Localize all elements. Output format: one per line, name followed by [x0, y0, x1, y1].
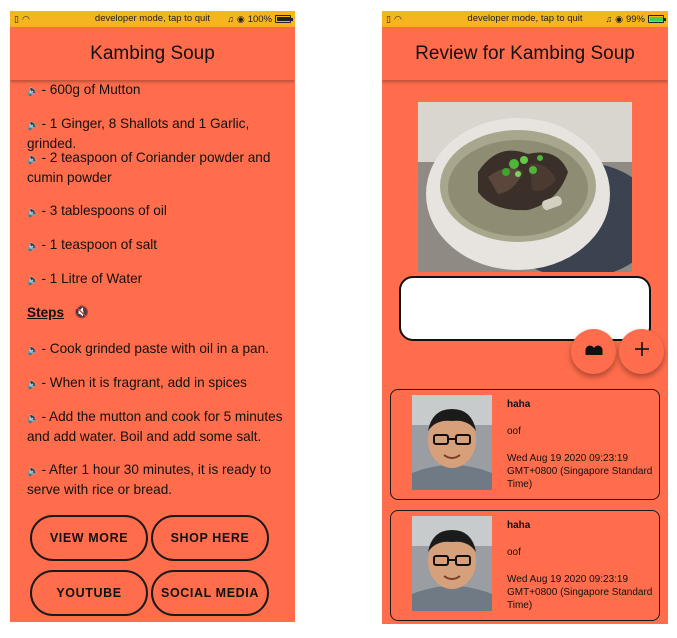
page-title: Review for Kambing Soup [382, 27, 668, 80]
speaker-muted-icon[interactable]: 🔇 [74, 305, 89, 319]
speaker-icon[interactable]: 🔈 [27, 207, 39, 218]
avatar [412, 395, 492, 490]
speaker-icon[interactable]: 🔈 [27, 413, 39, 424]
reviewer-name: haha [507, 520, 531, 531]
add-review-button[interactable] [619, 329, 664, 374]
ingredient-item[interactable]: 🔈 - 2 teaspoon of Coriander powder and cu… [27, 149, 285, 187]
notification-icon: ♫ [605, 14, 613, 24]
speaker-icon[interactable]: 🔈 [27, 379, 39, 390]
youtube-button[interactable]: YOUTUBE [30, 570, 148, 616]
speaker-icon[interactable]: 🔈 [27, 466, 39, 477]
shop-here-button[interactable]: SHOP HERE [151, 515, 269, 561]
step-item[interactable]: 🔈 - After 1 hour 30 minutes, it is ready … [27, 461, 285, 499]
plus-icon [634, 342, 649, 361]
review-screen: ▯ ◠ developer mode, tap to quit ♫ ◉ 99% … [382, 11, 668, 624]
kambing-soup-photo [418, 102, 632, 272]
status-bar: ▯ ◠ developer mode, tap to quit ♫ ◉ 99% [382, 11, 668, 27]
recipe-screen: ▯ ◠ developer mode, tap to quit ♫ ◉ 100%… [10, 11, 295, 622]
sync-icon: ◉ [236, 14, 245, 24]
battery-icon [275, 15, 293, 23]
battery-percent: 99% [625, 13, 645, 25]
quote-icon [585, 343, 603, 361]
ingredient-item[interactable]: 🔈 - 600g of Mutton [27, 81, 285, 101]
page-title: Kambing Soup [10, 27, 295, 80]
review-card: haha oof Wed Aug 19 2020 09:23:19 GMT+08… [390, 389, 660, 500]
food-photo-illustration [418, 102, 632, 272]
ingredient-item[interactable]: 🔈 - 1 teaspoon of salt [27, 236, 285, 256]
view-more-button[interactable]: VIEW MORE [30, 515, 148, 561]
social-media-button[interactable]: SOCIAL MEDIA [151, 570, 269, 616]
review-date: Wed Aug 19 2020 09:23:19 GMT+0800 (Singa… [507, 453, 653, 490]
speaker-icon[interactable]: 🔈 [27, 154, 39, 165]
speaker-icon[interactable]: 🔈 [27, 345, 39, 356]
review-date: Wed Aug 19 2020 09:23:19 GMT+0800 (Singa… [507, 574, 653, 611]
quote-button[interactable] [571, 329, 616, 374]
review-card: haha oof Wed Aug 19 2020 09:23:19 GMT+08… [390, 510, 660, 621]
battery-percent: 100% [247, 13, 272, 25]
speaker-icon[interactable]: 🔈 [27, 120, 39, 131]
reviewer-name: haha [507, 399, 531, 410]
step-item[interactable]: 🔈 - Add the mutton and cook for 5 minutes… [27, 408, 285, 446]
battery-charging-icon [648, 15, 666, 23]
ingredient-item[interactable]: 🔈 - 3 tablespoons of oil [27, 202, 285, 222]
notification-icon: ♫ [227, 14, 234, 24]
ingredient-item[interactable]: 🔈 - 1 Ginger, 8 Shallots and 1 Garlic, gr… [27, 115, 285, 153]
review-input[interactable] [399, 276, 651, 341]
status-bar: ▯ ◠ developer mode, tap to quit ♫ ◉ 100% [10, 11, 295, 27]
speaker-icon[interactable]: 🔈 [27, 86, 39, 97]
avatar [412, 516, 492, 611]
ingredient-item[interactable]: 🔈 - 1 Litre of Water [27, 270, 285, 290]
steps-heading: Steps [27, 305, 65, 320]
speaker-icon[interactable]: 🔈 [27, 275, 39, 286]
step-item[interactable]: 🔈 - Cook grinded paste with oil in a pan. [27, 340, 285, 360]
sync-icon: ◉ [615, 14, 623, 24]
step-item[interactable]: 🔈 - When it is fragrant, add in spices [27, 374, 285, 394]
review-text: oof [507, 547, 521, 558]
speaker-icon[interactable]: 🔈 [27, 241, 39, 252]
review-text: oof [507, 426, 521, 437]
